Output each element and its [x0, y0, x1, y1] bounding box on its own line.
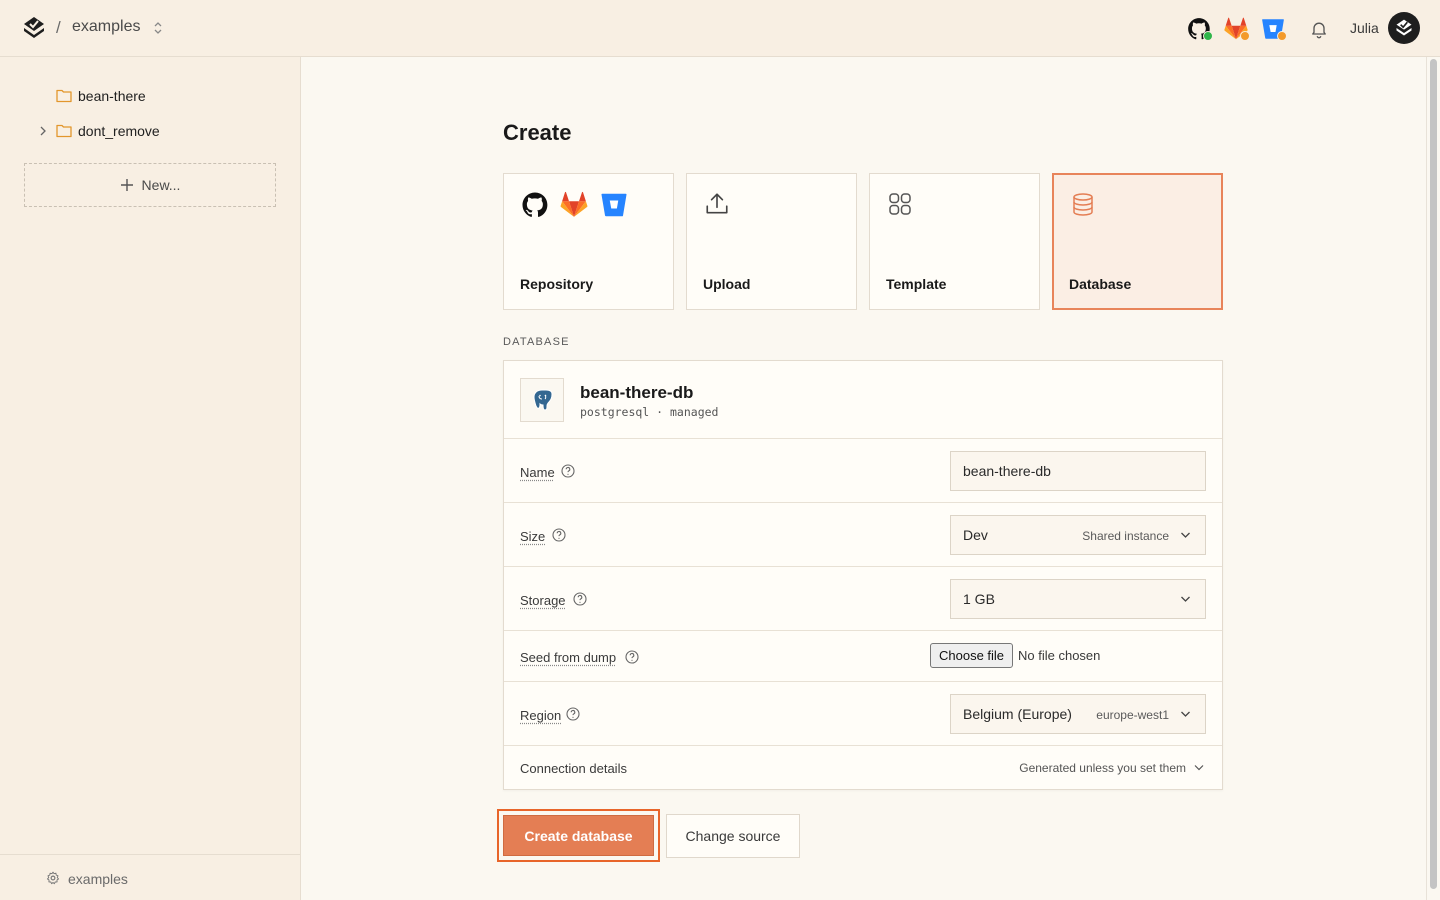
size-select-hint: Shared instance [1082, 529, 1169, 543]
plus-icon [120, 179, 133, 191]
postgresql-logo [520, 378, 564, 422]
avatar-logo-icon [1396, 19, 1412, 36]
connection-details-label: Connection details [520, 761, 627, 776]
size-select[interactable]: Dev Shared instance [950, 515, 1206, 555]
source-card-database[interactable]: Database [1052, 173, 1223, 310]
settings-link-label: examples [68, 871, 128, 887]
folder-icon [56, 124, 72, 138]
region-select[interactable]: Belgium (Europe) europe-west1 [950, 694, 1206, 734]
upload-icon [706, 193, 728, 214]
create-database-focus-ring: Create database [497, 809, 660, 862]
card-label: Upload [703, 276, 751, 292]
username[interactable]: Julia [1350, 20, 1379, 36]
database-header: bean-there-db postgresql · managed [504, 361, 1222, 439]
sidebar-item-label: bean-there [78, 88, 146, 104]
name-input-value: bean-there-db [963, 463, 1051, 479]
storage-label: Storage [520, 593, 566, 608]
chevron-down-icon [1181, 532, 1190, 538]
app-logo-icon[interactable] [22, 16, 46, 40]
breadcrumb-separator: / [56, 18, 61, 37]
top-bar: / examples Julia [0, 0, 1440, 57]
connection-details-toggle[interactable]: Connection details Generated unless you … [504, 746, 1222, 789]
new-button-label: New... [141, 177, 181, 193]
database-panel: bean-there-db postgresql · managed Name … [503, 360, 1223, 790]
bitbucket-status-dot [1277, 31, 1287, 41]
chevron-right-icon[interactable] [38, 125, 48, 137]
storage-row: Storage 1 GB [504, 567, 1222, 631]
postgresql-icon [533, 389, 553, 411]
project-switcher[interactable]: examples [72, 18, 140, 36]
name-label: Name [520, 465, 555, 480]
card-label: Database [1069, 276, 1132, 292]
avatar[interactable] [1388, 12, 1420, 44]
source-card-repository[interactable]: Repository [503, 173, 674, 310]
new-button[interactable]: New... [24, 163, 276, 207]
chevron-down-icon [1181, 711, 1190, 717]
chevron-down-icon [1194, 765, 1204, 771]
help-circle-icon[interactable] [561, 464, 575, 478]
github-icon [522, 192, 548, 217]
region-select-value: Belgium (Europe) [963, 706, 1072, 722]
main-scrollbar[interactable] [1426, 57, 1440, 900]
name-row: Name bean-there-db [504, 439, 1222, 503]
seed-row: Seed from dump Choose file No file chose… [504, 631, 1222, 682]
sidebar-footer[interactable]: examples [0, 854, 300, 900]
name-input[interactable]: bean-there-db [950, 451, 1206, 491]
page-title: Create [503, 120, 572, 145]
region-label: Region [520, 708, 562, 723]
size-row: Size Dev Shared instance [504, 503, 1222, 567]
sidebar: bean-there dont_remove New... examples [0, 57, 301, 900]
size-select-value: Dev [963, 527, 988, 543]
grid-icon [889, 193, 911, 215]
help-circle-icon[interactable] [566, 707, 580, 721]
size-label: Size [520, 529, 546, 544]
chevron-up-down-icon[interactable] [152, 20, 164, 36]
region-row: Region Belgium (Europe) europe-west1 [504, 682, 1222, 746]
database-name: bean-there-db [580, 383, 694, 402]
help-circle-icon[interactable] [573, 592, 587, 606]
region-select-hint: europe-west1 [1096, 708, 1169, 722]
bell-icon[interactable] [1309, 19, 1329, 39]
section-label: DATABASE [503, 336, 570, 348]
storage-select-value: 1 GB [963, 591, 995, 607]
connection-details-hint: Generated unless you set them [1019, 761, 1186, 775]
gear-icon [46, 871, 60, 885]
help-circle-icon[interactable] [625, 650, 639, 664]
database-icon [1073, 193, 1093, 216]
file-status: No file chosen [1018, 648, 1101, 663]
bitbucket-icon [601, 193, 627, 217]
sidebar-item-label: dont_remove [78, 123, 160, 139]
folder-icon [56, 89, 72, 103]
seed-label: Seed from dump [520, 650, 617, 665]
source-card-upload[interactable]: Upload [686, 173, 857, 310]
chevron-down-icon [1181, 596, 1190, 602]
help-circle-icon[interactable] [552, 528, 566, 542]
gitlab-icon [560, 191, 588, 217]
scrollbar-thumb[interactable] [1430, 59, 1437, 889]
database-meta: postgresql · managed [580, 405, 719, 419]
sidebar-item-bean-there[interactable]: bean-there [0, 84, 300, 108]
choose-file-button[interactable]: Choose file [930, 643, 1014, 668]
sidebar-item-dont-remove[interactable]: dont_remove [0, 119, 300, 143]
gitlab-status-dot [1240, 31, 1250, 41]
card-label: Template [886, 276, 947, 292]
change-source-button[interactable]: Change source [666, 814, 800, 858]
create-database-button[interactable]: Create database [503, 815, 654, 856]
github-status-dot [1203, 31, 1213, 41]
card-label: Repository [520, 276, 594, 292]
source-card-template[interactable]: Template [869, 173, 1040, 310]
storage-select[interactable]: 1 GB [950, 579, 1206, 619]
